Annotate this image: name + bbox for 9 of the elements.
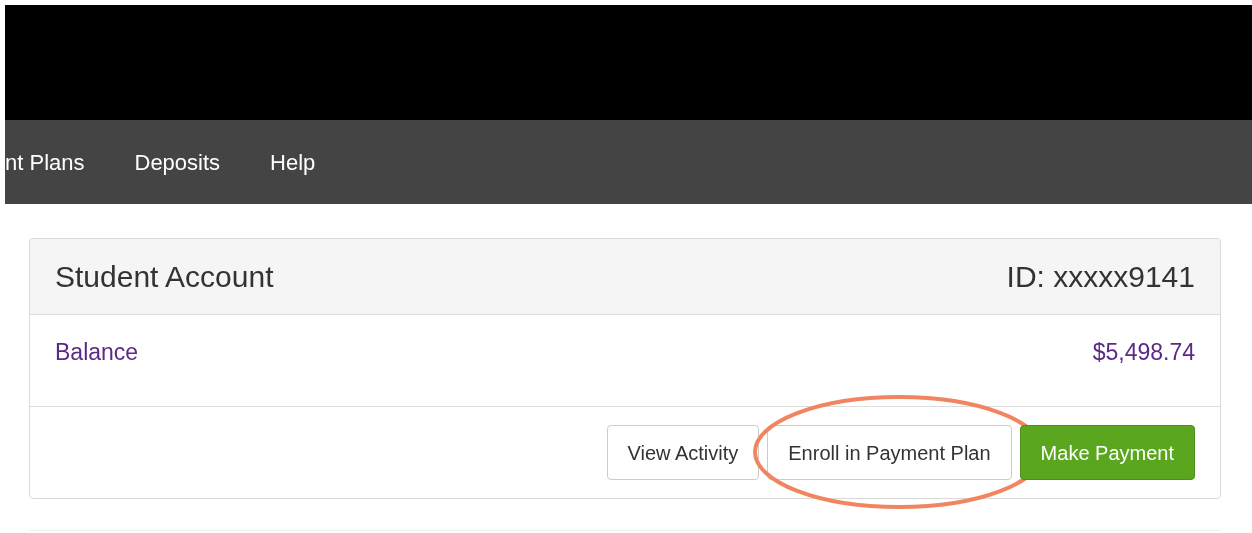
nav-link[interactable]: nt Plans xyxy=(5,145,85,179)
nav-link[interactable]: Help xyxy=(270,145,316,179)
card-title: Student Account xyxy=(55,259,274,295)
nav-link[interactable]: Deposits xyxy=(134,145,221,179)
action-button[interactable]: View Activity xyxy=(606,425,760,480)
action-button[interactable]: Enroll in Payment Plan xyxy=(767,425,1012,480)
balance-link[interactable]: Balance xyxy=(55,335,139,370)
account-id: ID: xxxxx9141 xyxy=(1006,259,1195,295)
balance-amount: $5,498.74 xyxy=(1092,338,1195,367)
